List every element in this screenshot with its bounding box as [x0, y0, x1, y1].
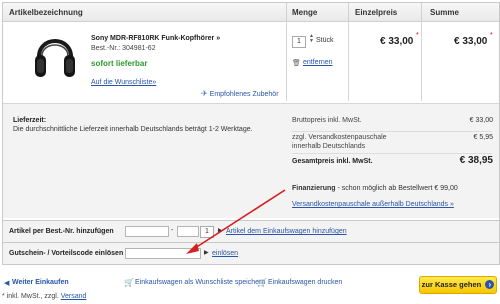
back-arrow-icon[interactable]: ◀ — [4, 279, 9, 287]
vat-note: * inkl. MwSt., zzgl. Versand — [2, 293, 87, 300]
checkout-arrow-icon: › — [485, 280, 495, 289]
checkout-button[interactable]: zur Kasse gehen › — [419, 276, 497, 294]
continue-shopping-link[interactable]: Weiter Einkaufen — [12, 279, 69, 286]
cart-icon: 🛒 — [124, 278, 134, 287]
shipping-cost-link[interactable]: Versand — [61, 293, 87, 300]
annotation-arrow — [186, 189, 286, 254]
print-cart-link[interactable]: Einkaufswagen drucken — [268, 279, 342, 286]
save-as-wishlist-link[interactable]: Einkaufswagen als Wunschliste speichern — [135, 279, 265, 286]
print-cart-icon: 🛒 — [257, 278, 267, 287]
